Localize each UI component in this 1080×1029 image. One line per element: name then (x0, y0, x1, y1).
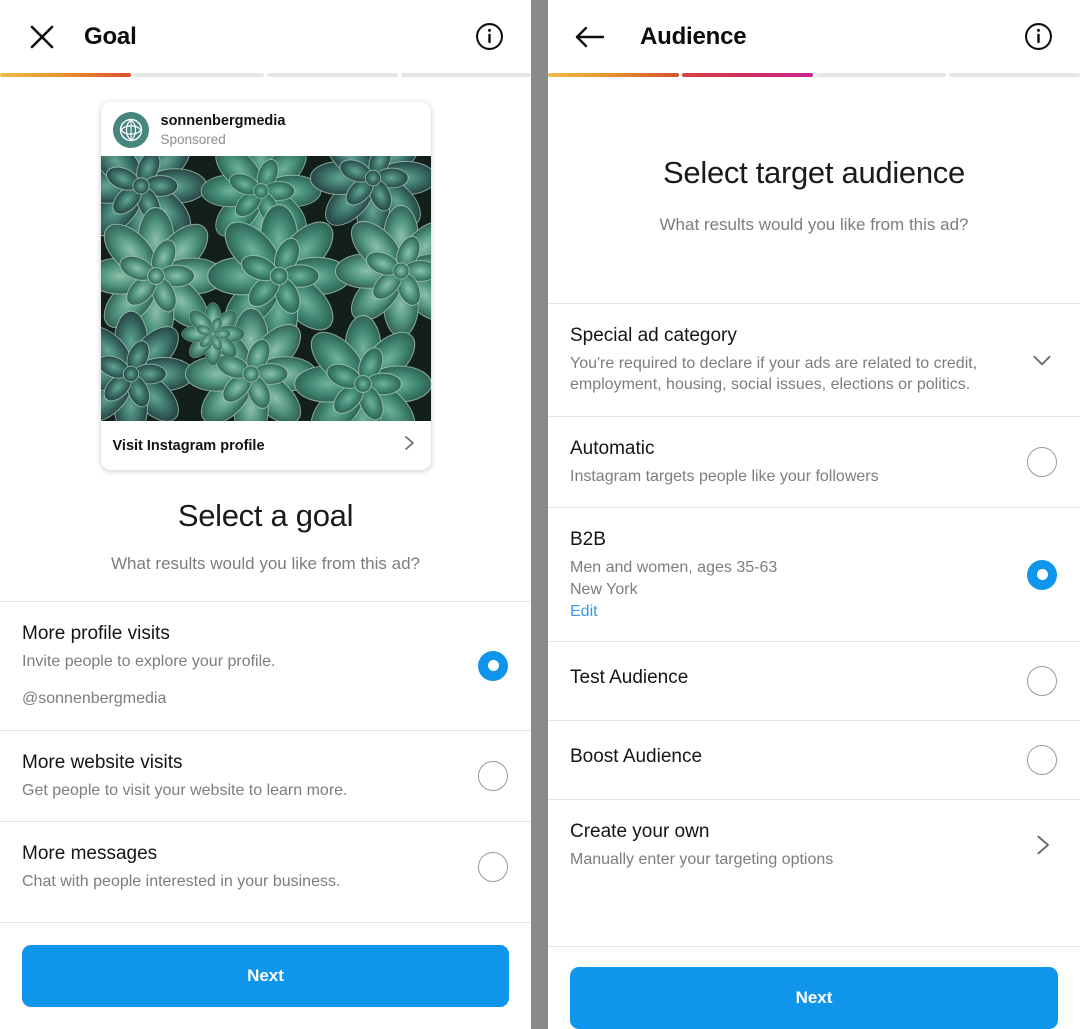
option-title: Test Audience (570, 667, 689, 689)
goal-option-more-profile-visits[interactable]: More profile visits Invite people to exp… (0, 602, 531, 730)
create-your-own-row[interactable]: Create your own Manually enter your targ… (548, 800, 1080, 890)
ad-preview-wrap: sonnenbergmedia Sponsored Visit Instagra… (0, 77, 531, 470)
option-description: Invite people to explore your profile. (22, 652, 276, 670)
option-radio-control[interactable] (1026, 666, 1058, 697)
ad-card-identity: sonnenbergmedia Sponsored (161, 113, 286, 147)
goal-screen: Goal sonnenbergmedia Sponsored Visit Ins… (0, 0, 531, 1029)
audience-screen: Audience Select target audience What res… (548, 0, 1080, 1029)
option-radio-control[interactable] (477, 650, 509, 681)
edit-link[interactable]: Edit (570, 603, 1008, 621)
option-title: More website visits (22, 751, 183, 773)
option-description: Manually enter your targeting options (570, 850, 834, 868)
option-radio-control[interactable] (477, 761, 509, 792)
goal-option-more-website-visits[interactable]: More website visits Get people to visit … (0, 731, 531, 821)
option-text: More website visits Get people to visit … (22, 751, 477, 801)
ad-sponsored-label: Sponsored (160, 131, 226, 147)
ad-card-cta[interactable]: Visit Instagram profile (101, 421, 431, 470)
goal-subtitle: What results would you like from this ad… (111, 554, 420, 573)
next-button[interactable]: Next (570, 967, 1058, 1029)
option-description: Men and women, ages 35-63 (570, 559, 778, 577)
option-description-2: New York (570, 580, 638, 598)
ad-username: sonnenbergmedia (160, 112, 286, 129)
close-x-icon[interactable] (22, 17, 62, 57)
ad-cta-label: Visit Instagram profile (112, 437, 265, 454)
option-title: More messages (22, 843, 158, 865)
arrow-left-icon[interactable] (570, 17, 610, 57)
radio-selected[interactable] (1027, 559, 1057, 590)
audience-option-automatic[interactable]: Automatic Instagram targets people like … (548, 417, 1080, 507)
goal-title: Select a goal (177, 498, 354, 533)
option-description: Get people to visit your website to lear… (22, 781, 348, 799)
option-radio-control[interactable] (477, 852, 509, 883)
option-title: B2B (570, 529, 606, 551)
audience-section-heading: Select target audience What results woul… (548, 77, 1080, 235)
chevron-down-icon[interactable] (1026, 347, 1058, 373)
audience-title: Select target audience (663, 155, 965, 190)
audience-body: Select target audience What results woul… (548, 77, 1080, 946)
chevron-right-icon[interactable] (1026, 833, 1058, 857)
option-text: More messages Chat with people intereste… (22, 842, 477, 892)
info-circle-icon[interactable] (469, 17, 509, 57)
ad-card-header: sonnenbergmedia Sponsored (101, 102, 431, 156)
radio-selected[interactable] (478, 650, 508, 681)
radio-unselected[interactable] (478, 761, 508, 792)
option-text: Test Audience (570, 666, 1026, 690)
option-text: Create your own Manually enter your targ… (570, 820, 1026, 870)
option-radio-control[interactable] (1026, 447, 1058, 478)
special-ad-category-row[interactable]: Special ad category You're required to d… (548, 304, 1080, 416)
option-title: Create your own (570, 821, 710, 843)
option-title: Automatic (570, 437, 655, 459)
goal-section-heading: Select a goal What results would you lik… (0, 498, 531, 574)
goal-header: Goal (0, 0, 531, 73)
option-text: Automatic Instagram targets people like … (570, 437, 1026, 487)
option-description: You're required to declare if your ads a… (570, 354, 978, 394)
chevron-right-icon (399, 433, 419, 458)
option-radio-control[interactable] (1026, 745, 1058, 776)
option-text: Special ad category You're required to d… (570, 324, 1026, 396)
next-button[interactable]: Next (22, 945, 509, 1007)
radio-unselected[interactable] (1027, 447, 1057, 478)
radio-unselected[interactable] (478, 852, 508, 883)
option-description: Chat with people interested in your busi… (22, 873, 341, 891)
audience-header: Audience (548, 0, 1080, 73)
goal-option-more-messages[interactable]: More messages Chat with people intereste… (0, 822, 531, 912)
audience-option-b2b[interactable]: B2B Men and women, ages 35-63 New York E… (548, 508, 1080, 641)
option-text: Boost Audience (570, 745, 1026, 769)
audience-subtitle: What results would you like from this ad… (659, 215, 969, 234)
info-circle-icon[interactable] (1018, 17, 1058, 57)
audience-option-boost-audience[interactable]: Boost Audience (548, 721, 1080, 799)
option-title: More profile visits (22, 623, 170, 644)
radio-unselected[interactable] (1027, 666, 1057, 697)
sonnenbergmedia-leaf-logo (112, 112, 149, 148)
option-radio-control[interactable] (1026, 559, 1058, 590)
option-description: Instagram targets people like your follo… (570, 467, 879, 485)
audience-footer: Next (548, 946, 1080, 1029)
goal-body: sonnenbergmedia Sponsored Visit Instagra… (0, 77, 531, 922)
option-text: More profile visits Invite people to exp… (22, 622, 477, 710)
option-text: B2B Men and women, ages 35-63 New York E… (570, 528, 1026, 621)
option-title: Boost Audience (570, 746, 703, 768)
succulent-plants-photo (100, 156, 431, 421)
goal-footer: Next (0, 922, 531, 1029)
page-title: Goal (84, 22, 137, 50)
ad-preview-card[interactable]: sonnenbergmedia Sponsored Visit Instagra… (100, 102, 431, 470)
dual-screen-comparison: Goal sonnenbergmedia Sponsored Visit Ins… (0, 0, 1080, 1029)
page-title: Audience (640, 22, 747, 50)
audience-option-test-audience[interactable]: Test Audience (548, 642, 1080, 720)
option-extra: @sonnenbergmedia (22, 690, 167, 708)
screen-divider (531, 0, 548, 1029)
option-title: Special ad category (570, 325, 737, 346)
radio-unselected[interactable] (1027, 745, 1057, 776)
